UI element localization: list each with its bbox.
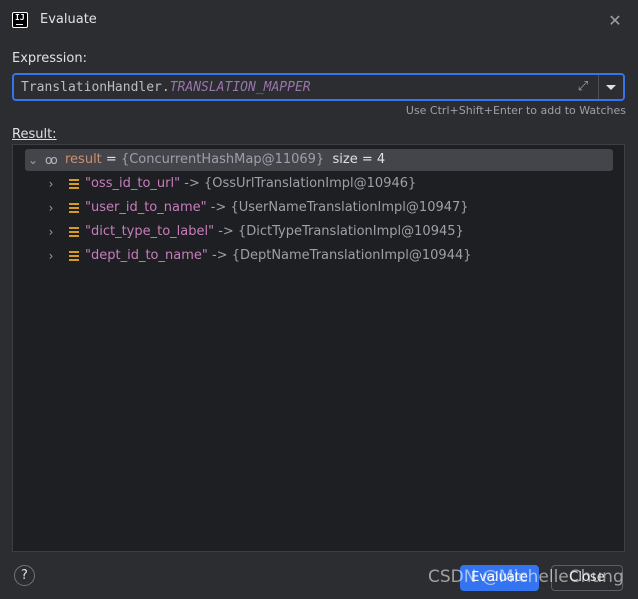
result-tree[interactable]: ⌄ oo result = {ConcurrentHashMap@11069} … — [12, 144, 625, 552]
root-size: size = 4 — [332, 152, 386, 167]
entry-key: "user_id_to_name" — [85, 200, 207, 215]
close-icon[interactable]: ✕ — [604, 10, 626, 32]
window-title: Evaluate — [40, 12, 97, 27]
root-name: result — [65, 152, 102, 167]
glasses-icon: oo — [45, 153, 58, 167]
entry-arrow: -> — [207, 248, 232, 263]
intellij-app-icon: IJ — [12, 12, 28, 28]
expand-icon[interactable]: ⤢ — [574, 78, 592, 96]
expression-field[interactable]: TranslationHandler.TRANSLATION_MAPPER ⤢ — [12, 73, 625, 101]
field-icon — [69, 179, 79, 189]
entry-arrow: -> — [180, 176, 204, 191]
field-icon — [69, 227, 79, 237]
chevron-right-icon[interactable]: › — [45, 221, 57, 243]
entry-value: {DictTypeTranslationImpl@10945} — [237, 224, 464, 239]
entry-value: {DeptNameTranslationImpl@10944} — [231, 248, 472, 263]
entry-value: {OssUrlTranslationImpl@10946} — [203, 176, 417, 191]
entry-value: {UserNameTranslationImpl@10947} — [230, 200, 469, 215]
entry-key: "oss_id_to_url" — [85, 176, 181, 191]
help-button[interactable]: ? — [14, 565, 35, 586]
history-dropdown-icon[interactable] — [599, 75, 623, 99]
watches-hint: Use Ctrl+Shift+Enter to add to Watches — [405, 104, 626, 117]
tree-root-row[interactable]: ⌄ oo result = {ConcurrentHashMap@11069} … — [25, 149, 613, 171]
result-label: Result: — [12, 127, 57, 142]
chevron-right-icon[interactable]: › — [45, 245, 57, 267]
entry-key: "dict_type_to_label" — [85, 224, 215, 239]
expression-input[interactable]: TranslationHandler.TRANSLATION_MAPPER — [21, 80, 311, 95]
entry-arrow: -> — [206, 200, 231, 215]
root-eq: = — [101, 152, 121, 167]
chevron-right-icon[interactable]: › — [45, 197, 57, 219]
chevron-down-icon[interactable]: ⌄ — [27, 149, 39, 171]
result-label-text: Result: — [12, 127, 57, 142]
watermark: CSDN @MichelleChung — [428, 567, 624, 587]
field-icon — [69, 251, 79, 261]
chevron-right-icon[interactable]: › — [45, 173, 57, 195]
entry-key: "dept_id_to_name" — [85, 248, 208, 263]
expression-label: Expression: — [12, 51, 87, 66]
entry-arrow: -> — [214, 224, 238, 239]
expression-constant: TRANSLATION_MAPPER — [169, 80, 311, 95]
root-type: {ConcurrentHashMap@11069} — [120, 152, 325, 167]
expression-class: TranslationHandler. — [21, 80, 170, 95]
field-icon — [69, 203, 79, 213]
